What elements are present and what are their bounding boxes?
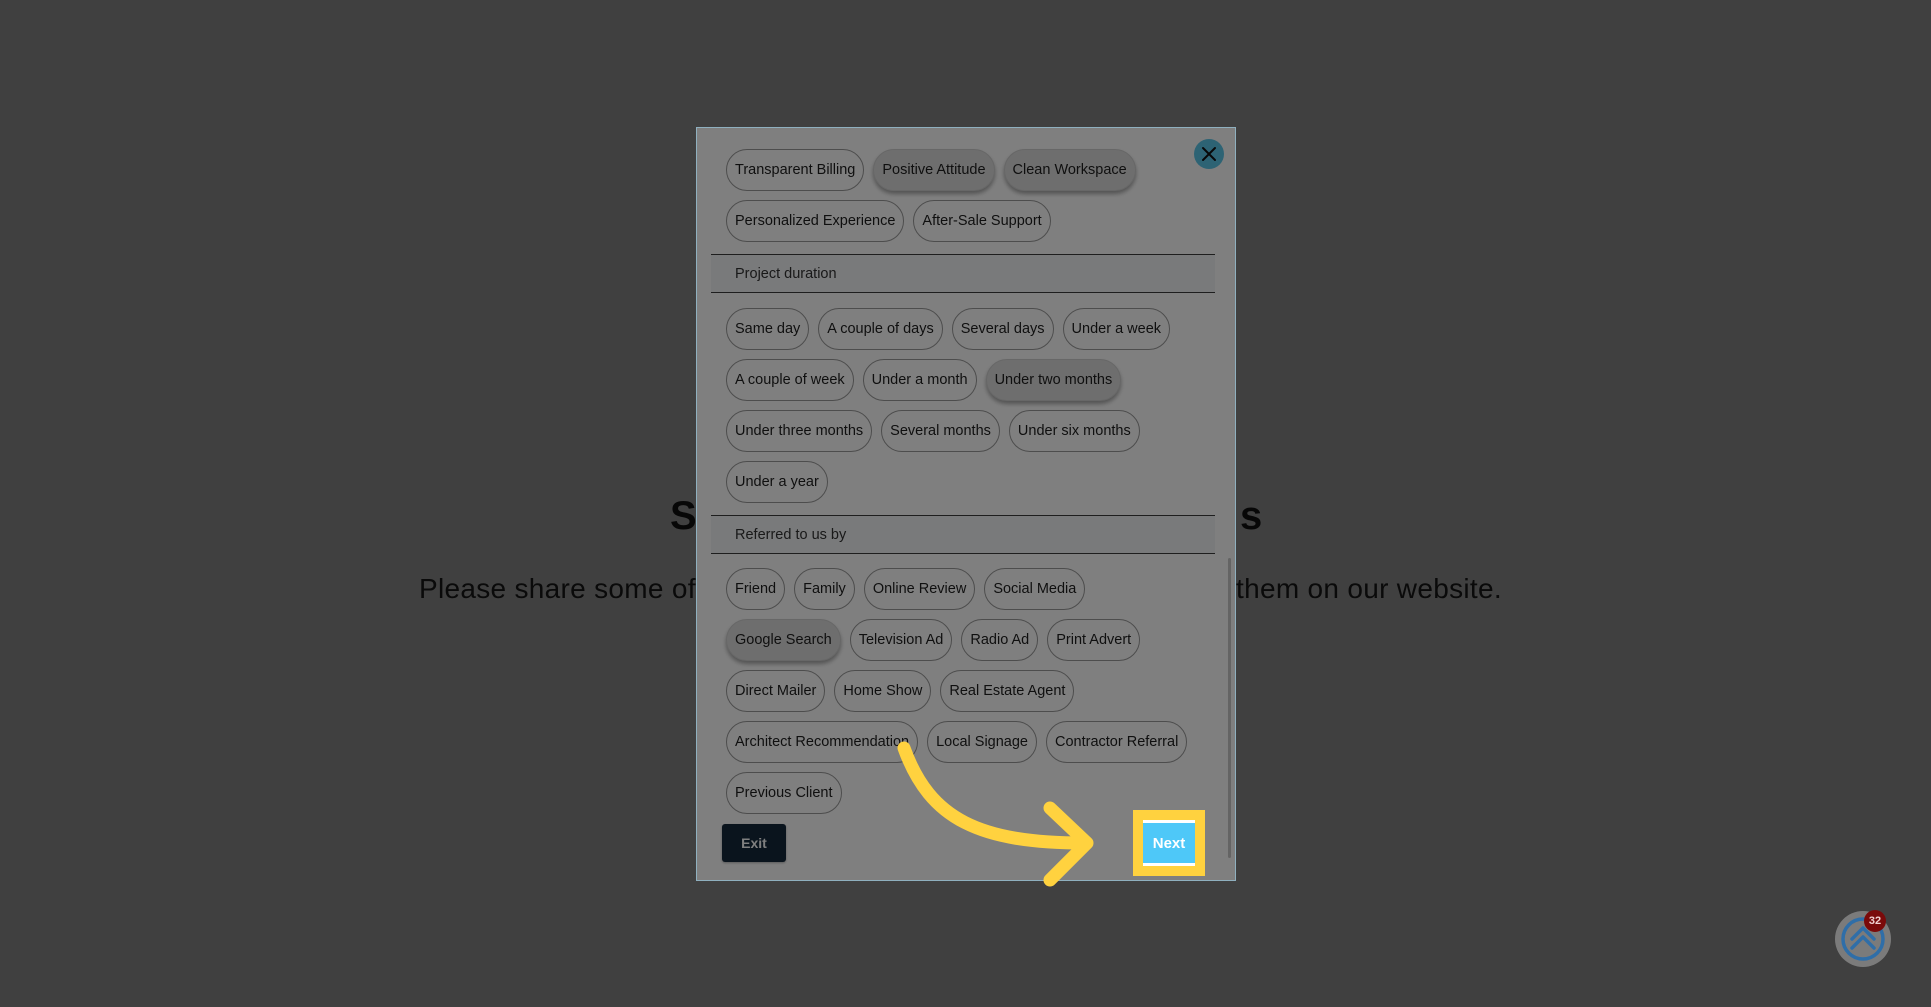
- close-button[interactable]: [1194, 139, 1224, 169]
- chip-option[interactable]: Under a week: [1062, 308, 1171, 350]
- feedback-modal: Transparent Billing Positive Attitude Clea…: [696, 127, 1236, 881]
- next-button[interactable]: Next: [1143, 820, 1195, 866]
- close-icon: [1202, 147, 1216, 161]
- modal-scrollbar[interactable]: [1228, 558, 1231, 858]
- chip-option[interactable]: Social Media: [984, 568, 1086, 610]
- chip-option[interactable]: Transparent Billing: [726, 149, 865, 191]
- chip-option[interactable]: A couple of days: [818, 308, 943, 350]
- section-title: Referred to us by: [735, 526, 847, 543]
- chip-option[interactable]: Architect Recommendation: [726, 721, 919, 763]
- chip-option[interactable]: Home Show: [834, 670, 932, 712]
- chip-option[interactable]: Direct Mailer: [726, 670, 826, 712]
- chip-option[interactable]: Google Search: [726, 619, 841, 661]
- chip-option[interactable]: Local Signage: [927, 721, 1037, 763]
- next-button-highlight: Next: [1133, 810, 1205, 876]
- chip-option[interactable]: Family: [794, 568, 855, 610]
- exit-button[interactable]: Exit: [722, 824, 786, 862]
- chip-option[interactable]: Same day: [726, 308, 810, 350]
- chip-option[interactable]: Television Ad: [849, 619, 953, 661]
- chip-option[interactable]: Under six months: [1008, 410, 1140, 452]
- section-header-project-duration: Project duration: [711, 254, 1215, 293]
- top-chip-group: Transparent Billing Positive Attitude Clea…: [726, 149, 1196, 242]
- project-duration-chip-group: Same day A couple of days Several days Unde…: [726, 308, 1196, 503]
- chip-option[interactable]: Clean Workspace: [1003, 149, 1136, 191]
- chip-option[interactable]: Radio Ad: [961, 619, 1039, 661]
- chip-option[interactable]: Previous Client: [726, 772, 842, 814]
- chip-option[interactable]: Online Review: [863, 568, 976, 610]
- chip-option[interactable]: Under a year: [726, 461, 828, 503]
- chip-option[interactable]: Under a month: [862, 359, 977, 401]
- chip-option[interactable]: Print Advert: [1047, 619, 1141, 661]
- chip-option[interactable]: Several months: [881, 410, 1000, 452]
- referred-by-chip-group: Friend Family Online Review Social Media Goo…: [726, 568, 1196, 814]
- chip-option[interactable]: Positive Attitude: [873, 149, 995, 191]
- chip-option[interactable]: Under two months: [985, 359, 1122, 401]
- chip-option[interactable]: Several days: [951, 308, 1054, 350]
- chip-option[interactable]: After-Sale Support: [913, 200, 1051, 242]
- chip-option[interactable]: Contractor Referral: [1046, 721, 1188, 763]
- section-header-referred-by: Referred to us by: [711, 515, 1215, 554]
- chip-option[interactable]: Friend: [726, 568, 786, 610]
- chip-option[interactable]: Under three months: [726, 410, 873, 452]
- modal-body: Transparent Billing Positive Attitude Clea…: [697, 128, 1235, 880]
- chip-option[interactable]: A couple of week: [726, 359, 854, 401]
- chip-option[interactable]: Personalized Experience: [726, 200, 905, 242]
- chip-option[interactable]: Real Estate Agent: [940, 670, 1075, 712]
- notification-badge: 32: [1864, 910, 1886, 932]
- section-title: Project duration: [735, 265, 837, 282]
